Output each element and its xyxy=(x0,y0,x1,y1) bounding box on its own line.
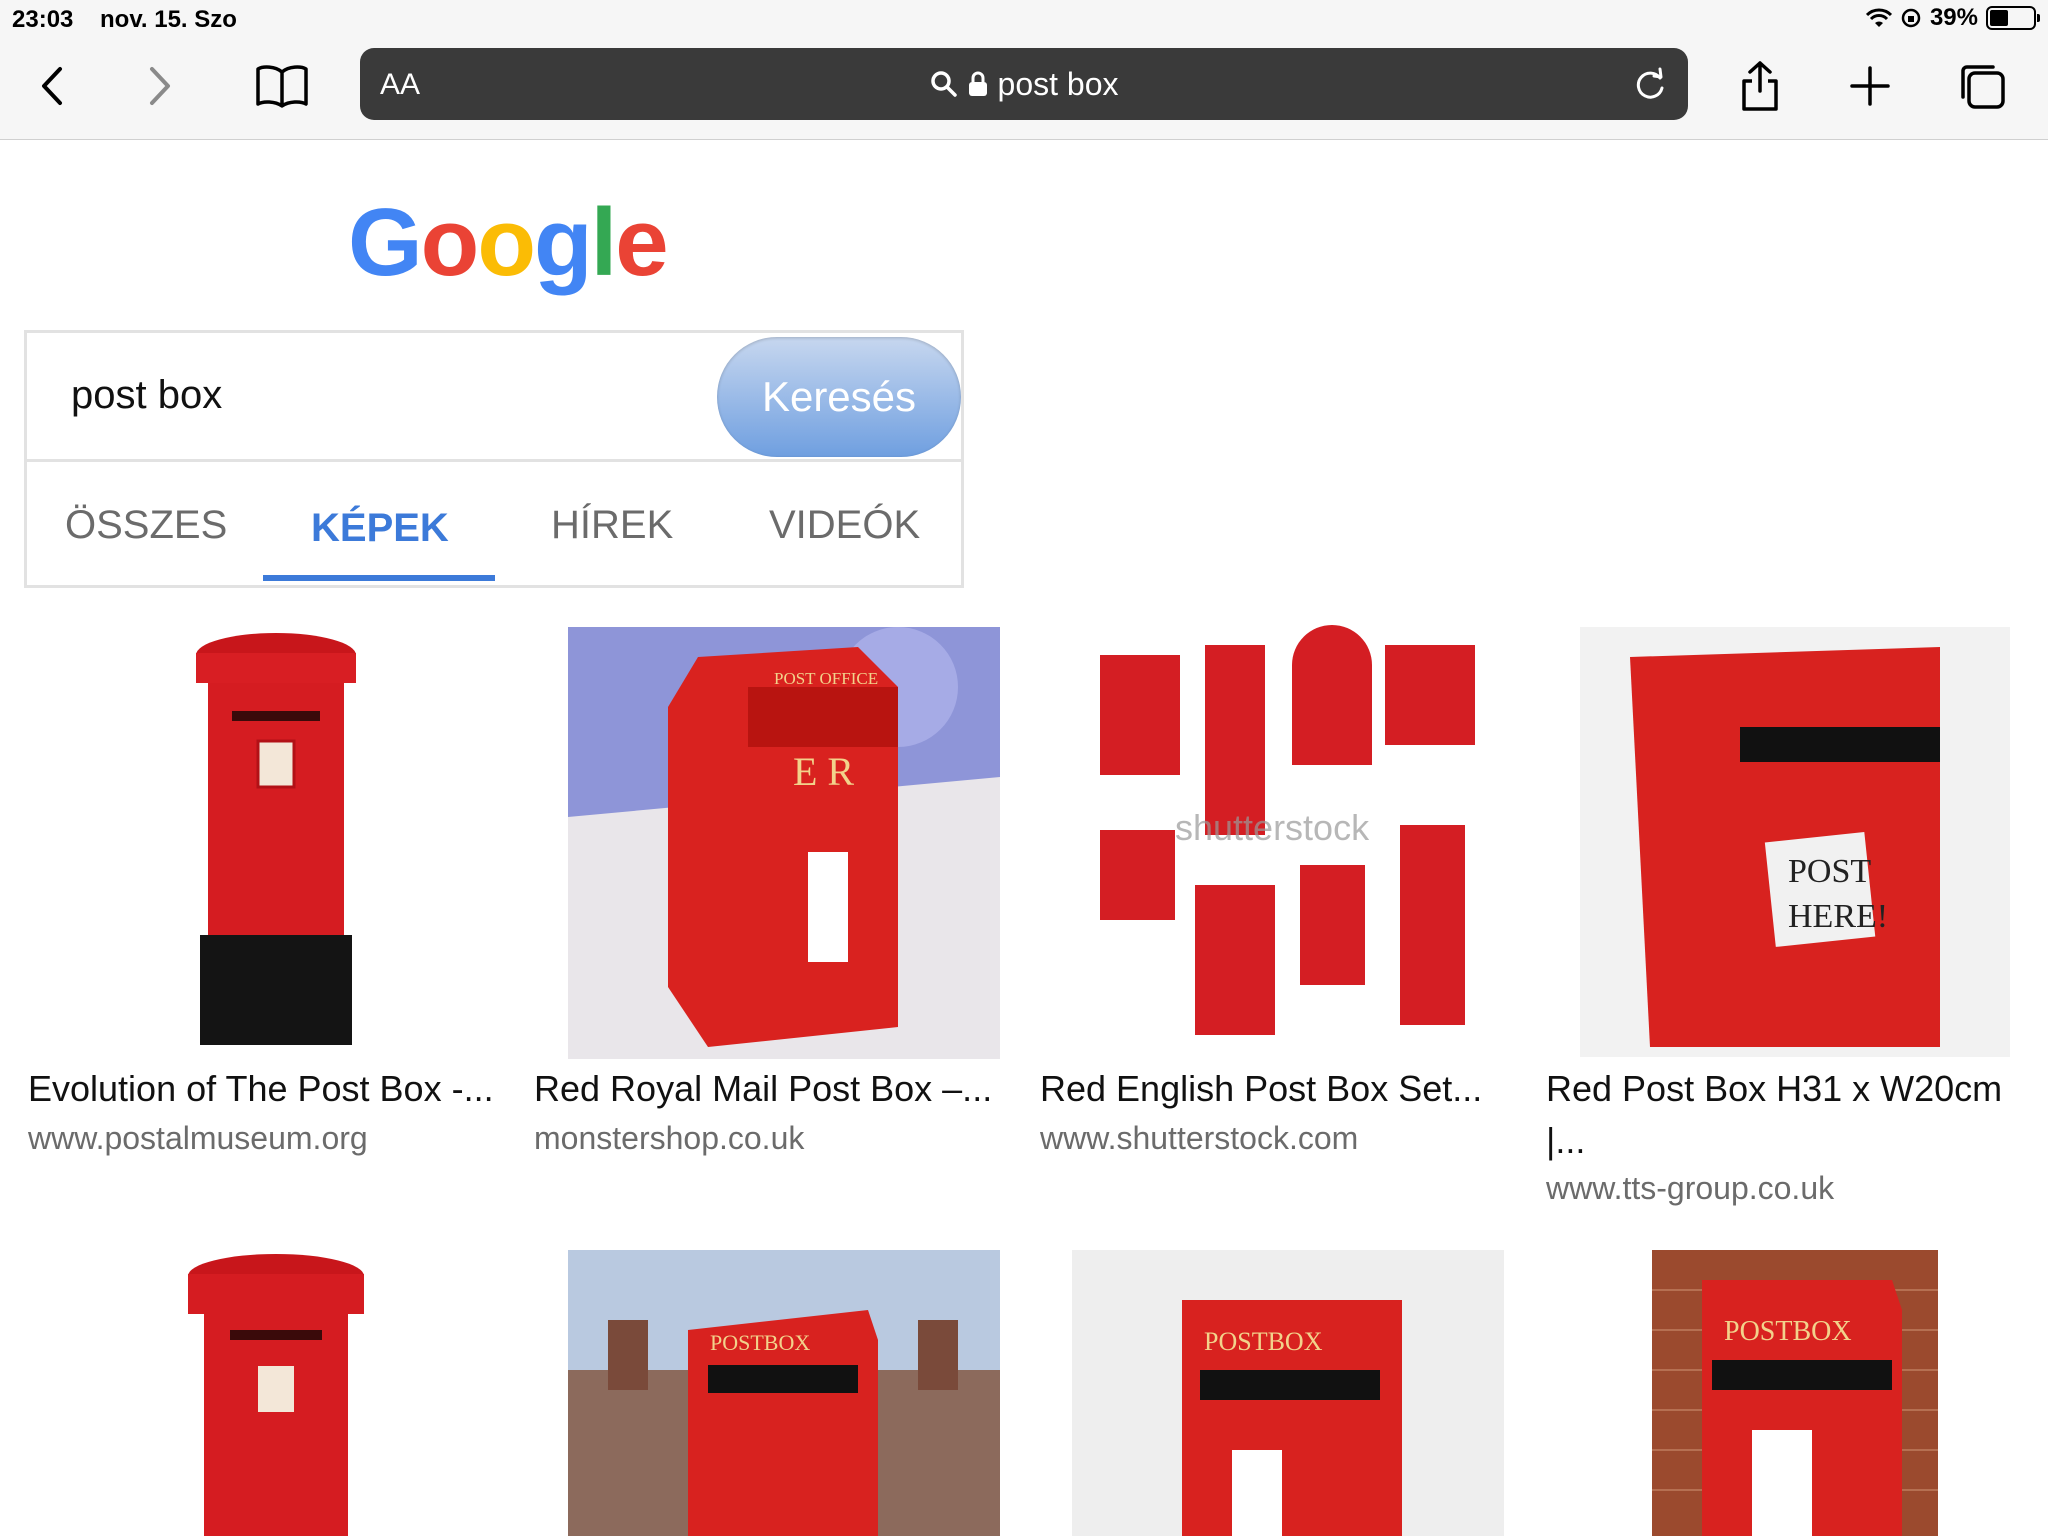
result-image-2[interactable]: POST OFFICE E R xyxy=(568,627,1000,1059)
result-source-3[interactable]: www.shutterstock.com xyxy=(1040,1120,1358,1157)
result-source-4[interactable]: www.tts-group.co.uk xyxy=(1546,1170,1834,1207)
wifi-icon xyxy=(1865,7,1892,29)
battery-icon xyxy=(1986,6,2040,30)
address-text: post box xyxy=(997,65,1119,102)
tabs-overview-button[interactable] xyxy=(1952,56,2012,116)
result-image-6[interactable]: POSTBOX xyxy=(568,1250,1000,1536)
result-source-2[interactable]: monstershop.co.uk xyxy=(534,1120,804,1157)
search-panel: post box Keresés ÖSSZES KÉPEK HÍREK VIDE… xyxy=(24,330,964,588)
search-tabs: ÖSSZES KÉPEK HÍREK VIDEÓK xyxy=(27,463,961,585)
result-title-4-cont[interactable]: |... xyxy=(1546,1120,1585,1162)
result-image-5[interactable] xyxy=(180,1250,380,1536)
result-image-1[interactable] xyxy=(140,625,410,1055)
reload-icon[interactable] xyxy=(1630,64,1670,104)
battery-percent: 39% xyxy=(1929,4,1978,31)
search-icon xyxy=(930,70,958,98)
post-office-text: POST OFFICE xyxy=(774,669,878,688)
status-time: 23:03 xyxy=(12,6,74,33)
watermark-text: shutterstock xyxy=(1175,807,1370,848)
address-bar[interactable]: AA post box xyxy=(360,48,1688,120)
post-here-line2: HERE! xyxy=(1788,898,1888,935)
result-source-1[interactable]: www.postalmuseum.org xyxy=(28,1120,368,1157)
forward-button[interactable] xyxy=(130,56,190,116)
search-input[interactable]: post box xyxy=(71,373,222,418)
result-image-3[interactable]: shutterstock xyxy=(1070,625,1510,1057)
status-bar: 23:03 nov. 15. Szo 39% xyxy=(0,0,2048,38)
postbox-text-8: POSTBOX xyxy=(1724,1316,1852,1347)
active-tab-indicator xyxy=(263,575,495,581)
browser-toolbar: AA post box xyxy=(0,38,2048,140)
result-title-2[interactable]: Red Royal Mail Post Box –... xyxy=(534,1068,992,1110)
tab-images[interactable]: KÉPEK xyxy=(311,506,449,551)
result-title-3[interactable]: Red English Post Box Set... xyxy=(1040,1068,1482,1110)
status-right: 39% xyxy=(1865,4,2040,32)
eiir-text: E R xyxy=(793,749,854,794)
tab-videos[interactable]: VIDEÓK xyxy=(769,503,920,548)
share-button[interactable] xyxy=(1730,56,1790,116)
divider xyxy=(27,459,961,462)
new-tab-button[interactable] xyxy=(1840,56,1900,116)
result-title-1[interactable]: Evolution of The Post Box -... xyxy=(28,1068,494,1110)
postbox-text-7: POSTBOX xyxy=(1204,1327,1323,1356)
result-title-4[interactable]: Red Post Box H31 x W20cm xyxy=(1546,1068,2002,1110)
lock-icon xyxy=(968,70,988,98)
tab-news[interactable]: HÍREK xyxy=(551,503,673,548)
post-here-line1: POST xyxy=(1788,853,1871,890)
postbox-text-6: POSTBOX xyxy=(710,1330,810,1355)
status-date: nov. 15. Szo xyxy=(100,6,237,33)
google-logo[interactable]: Google xyxy=(348,188,669,298)
back-button[interactable] xyxy=(22,56,82,116)
bookmarks-button[interactable] xyxy=(252,56,312,116)
result-image-4[interactable]: POST HERE! xyxy=(1580,627,2010,1057)
tab-all[interactable]: ÖSSZES xyxy=(65,503,227,548)
result-image-7[interactable]: POSTBOX xyxy=(1072,1250,1504,1536)
search-button[interactable]: Keresés xyxy=(717,337,961,457)
result-image-8[interactable]: POSTBOX xyxy=(1652,1250,1938,1536)
rotation-lock-icon xyxy=(1900,7,1922,29)
